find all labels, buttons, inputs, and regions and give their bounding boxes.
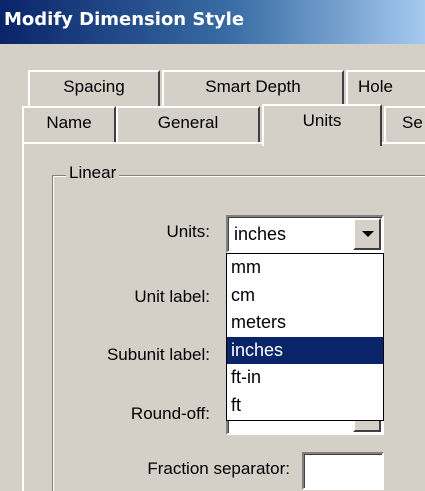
tab-label: Hole [358,77,393,96]
title-bar[interactable]: Modify Dimension Style [0,0,425,44]
tab-general[interactable]: General [116,106,260,142]
units-option-cm[interactable]: cm [227,282,383,310]
unit-label-label: Unit label: [134,287,210,306]
tab-se[interactable]: Se [384,106,425,142]
chevron-down-icon [362,231,374,237]
tab-smart-depth[interactable]: Smart Depth [162,70,344,106]
tab-label: Name [46,113,92,132]
units-select[interactable]: inches [226,215,384,253]
units-option-inches[interactable]: inches [227,336,383,365]
roundoff-label: Round-off: [130,404,210,423]
tab-hole[interactable]: Hole [346,70,425,106]
fraction-separator-field[interactable] [302,452,384,490]
modify-dimension-style-dialog: Modify Dimension Style Spacing Smart Dep… [0,0,425,491]
tab-spacing[interactable]: Spacing [28,70,160,106]
tab-label: Units [302,111,342,130]
fraction-separator-label: Fraction separator: [147,459,290,478]
units-option-ft[interactable]: ft [227,392,383,420]
units-option-meters[interactable]: meters [227,309,383,337]
window-title: Modify Dimension Style [4,9,245,30]
tab-label: Spacing [63,77,125,96]
tab-name[interactable]: Name [22,106,116,142]
subunit-label-label: Subunit label: [106,345,210,364]
tab-label: Se [402,113,423,132]
units-select-value: inches [234,224,287,244]
units-dropdown-list[interactable]: mm cm meters inches ft-in ft [226,253,384,421]
units-option-ft-in[interactable]: ft-in [227,364,383,392]
units-label: Units: [166,222,210,241]
units-option-mm[interactable]: mm [227,254,383,282]
linear-group-label: Linear [66,163,120,183]
units-dropdown-button[interactable] [353,218,381,250]
tab-units[interactable]: Units [262,104,382,146]
tab-label: General [157,113,219,132]
tab-label: Smart Depth [205,77,301,96]
